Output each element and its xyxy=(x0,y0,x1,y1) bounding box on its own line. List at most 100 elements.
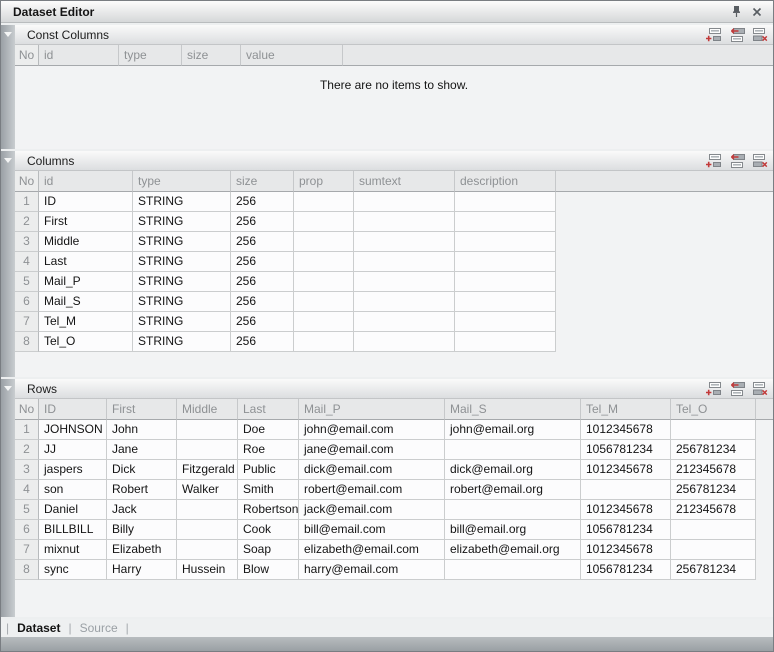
cell-middle[interactable]: Fitzgerald xyxy=(177,460,238,480)
cell-tel_m[interactable]: 1012345678 xyxy=(581,540,671,560)
row-number-cell[interactable]: 4 xyxy=(15,480,39,500)
cell-sumtext[interactable] xyxy=(354,232,455,252)
cell-middle[interactable] xyxy=(177,520,238,540)
cell-middle[interactable] xyxy=(177,420,238,440)
column-header-first[interactable]: First xyxy=(107,399,177,420)
delete-row-button[interactable] xyxy=(750,153,768,168)
cell-sumtext[interactable] xyxy=(354,252,455,272)
cell-id[interactable]: Mail_P xyxy=(39,272,133,292)
cell-mail_p[interactable]: bill@email.com xyxy=(299,520,445,540)
row-number-cell[interactable]: 6 xyxy=(15,292,39,312)
cell-id[interactable]: BILLBILL xyxy=(39,520,107,540)
cell-tel_m[interactable] xyxy=(581,480,671,500)
cell-middle[interactable]: Walker xyxy=(177,480,238,500)
column-header-size[interactable]: size xyxy=(182,45,241,66)
row-number-cell[interactable]: 7 xyxy=(15,540,39,560)
cell-mail_s[interactable]: elizabeth@email.org xyxy=(445,540,581,560)
cell-prop[interactable] xyxy=(294,292,354,312)
cell-sumtext[interactable] xyxy=(354,212,455,232)
cell-prop[interactable] xyxy=(294,252,354,272)
cell-middle[interactable]: Hussein xyxy=(177,560,238,580)
cell-description[interactable] xyxy=(455,292,556,312)
column-header-type[interactable]: type xyxy=(133,171,231,192)
cell-tel_o[interactable]: 212345678 xyxy=(671,460,756,480)
cell-id[interactable]: JJ xyxy=(39,440,107,460)
cell-size[interactable]: 256 xyxy=(231,272,294,292)
add-row-button[interactable] xyxy=(704,153,722,168)
cell-first[interactable]: Dick xyxy=(107,460,177,480)
cell-size[interactable]: 256 xyxy=(231,232,294,252)
column-header-type[interactable]: type xyxy=(119,45,182,66)
cell-last[interactable]: Blow xyxy=(238,560,299,580)
cell-mail_p[interactable]: jane@email.com xyxy=(299,440,445,460)
cell-sumtext[interactable] xyxy=(354,292,455,312)
cell-mail_s[interactable] xyxy=(445,560,581,580)
cell-last[interactable]: Robertson xyxy=(238,500,299,520)
cell-id[interactable]: First xyxy=(39,212,133,232)
collapse-arrow-icon[interactable] xyxy=(4,386,12,391)
cell-mail_s[interactable] xyxy=(445,500,581,520)
cell-id[interactable]: sync xyxy=(39,560,107,580)
cell-id[interactable]: jaspers xyxy=(39,460,107,480)
cell-type[interactable]: STRING xyxy=(133,192,231,212)
cell-first[interactable]: Elizabeth xyxy=(107,540,177,560)
cell-tel_o[interactable] xyxy=(671,420,756,440)
insert-row-button[interactable] xyxy=(727,27,745,42)
column-header-last[interactable]: Last xyxy=(238,399,299,420)
column-header-id[interactable]: id xyxy=(39,171,133,192)
section-header-rows[interactable]: Rows xyxy=(15,379,773,399)
column-header-value[interactable]: value xyxy=(241,45,343,66)
column-header-no[interactable]: No xyxy=(15,45,39,66)
cell-description[interactable] xyxy=(455,252,556,272)
cell-tel_o[interactable]: 256781234 xyxy=(671,480,756,500)
cell-tel_o[interactable] xyxy=(671,540,756,560)
insert-row-button[interactable] xyxy=(727,381,745,396)
section-header-const-columns[interactable]: Const Columns xyxy=(15,25,773,45)
cell-description[interactable] xyxy=(455,232,556,252)
delete-row-button[interactable] xyxy=(750,27,768,42)
collapse-arrow-icon[interactable] xyxy=(4,32,12,37)
cell-prop[interactable] xyxy=(294,212,354,232)
cell-tel_m[interactable]: 1012345678 xyxy=(581,460,671,480)
row-number-cell[interactable]: 6 xyxy=(15,520,39,540)
tab-source[interactable]: Source xyxy=(80,621,118,635)
pin-button[interactable] xyxy=(726,6,747,18)
insert-row-button[interactable] xyxy=(727,153,745,168)
cell-first[interactable]: Jane xyxy=(107,440,177,460)
row-number-cell[interactable]: 2 xyxy=(15,440,39,460)
cell-size[interactable]: 256 xyxy=(231,192,294,212)
cell-size[interactable]: 256 xyxy=(231,252,294,272)
cell-last[interactable]: Doe xyxy=(238,420,299,440)
cell-mail_p[interactable]: jack@email.com xyxy=(299,500,445,520)
cell-last[interactable]: Public xyxy=(238,460,299,480)
cell-first[interactable]: Billy xyxy=(107,520,177,540)
cell-last[interactable]: Smith xyxy=(238,480,299,500)
tab-dataset[interactable]: Dataset xyxy=(17,621,60,635)
add-row-button[interactable] xyxy=(704,381,722,396)
column-header-size[interactable]: size xyxy=(231,171,294,192)
titlebar[interactable]: Dataset Editor xyxy=(1,1,773,23)
cell-id[interactable]: son xyxy=(39,480,107,500)
cell-tel_m[interactable]: 1056781234 xyxy=(581,560,671,580)
cell-mail_p[interactable]: john@email.com xyxy=(299,420,445,440)
cell-sumtext[interactable] xyxy=(354,192,455,212)
cell-mail_s[interactable]: robert@email.org xyxy=(445,480,581,500)
cell-type[interactable]: STRING xyxy=(133,272,231,292)
cell-first[interactable]: John xyxy=(107,420,177,440)
cell-description[interactable] xyxy=(455,192,556,212)
cell-first[interactable]: Jack xyxy=(107,500,177,520)
cell-prop[interactable] xyxy=(294,312,354,332)
cell-id[interactable]: Last xyxy=(39,252,133,272)
cell-last[interactable]: Soap xyxy=(238,540,299,560)
column-header-description[interactable]: description xyxy=(455,171,556,192)
delete-row-button[interactable] xyxy=(750,381,768,396)
cell-mail_s[interactable]: dick@email.org xyxy=(445,460,581,480)
cell-middle[interactable] xyxy=(177,440,238,460)
cell-id[interactable]: mixnut xyxy=(39,540,107,560)
cell-type[interactable]: STRING xyxy=(133,312,231,332)
collapse-arrow-icon[interactable] xyxy=(4,158,12,163)
cell-tel_m[interactable]: 1056781234 xyxy=(581,520,671,540)
section-header-columns[interactable]: Columns xyxy=(15,151,773,171)
cell-sumtext[interactable] xyxy=(354,272,455,292)
row-number-cell[interactable]: 3 xyxy=(15,460,39,480)
